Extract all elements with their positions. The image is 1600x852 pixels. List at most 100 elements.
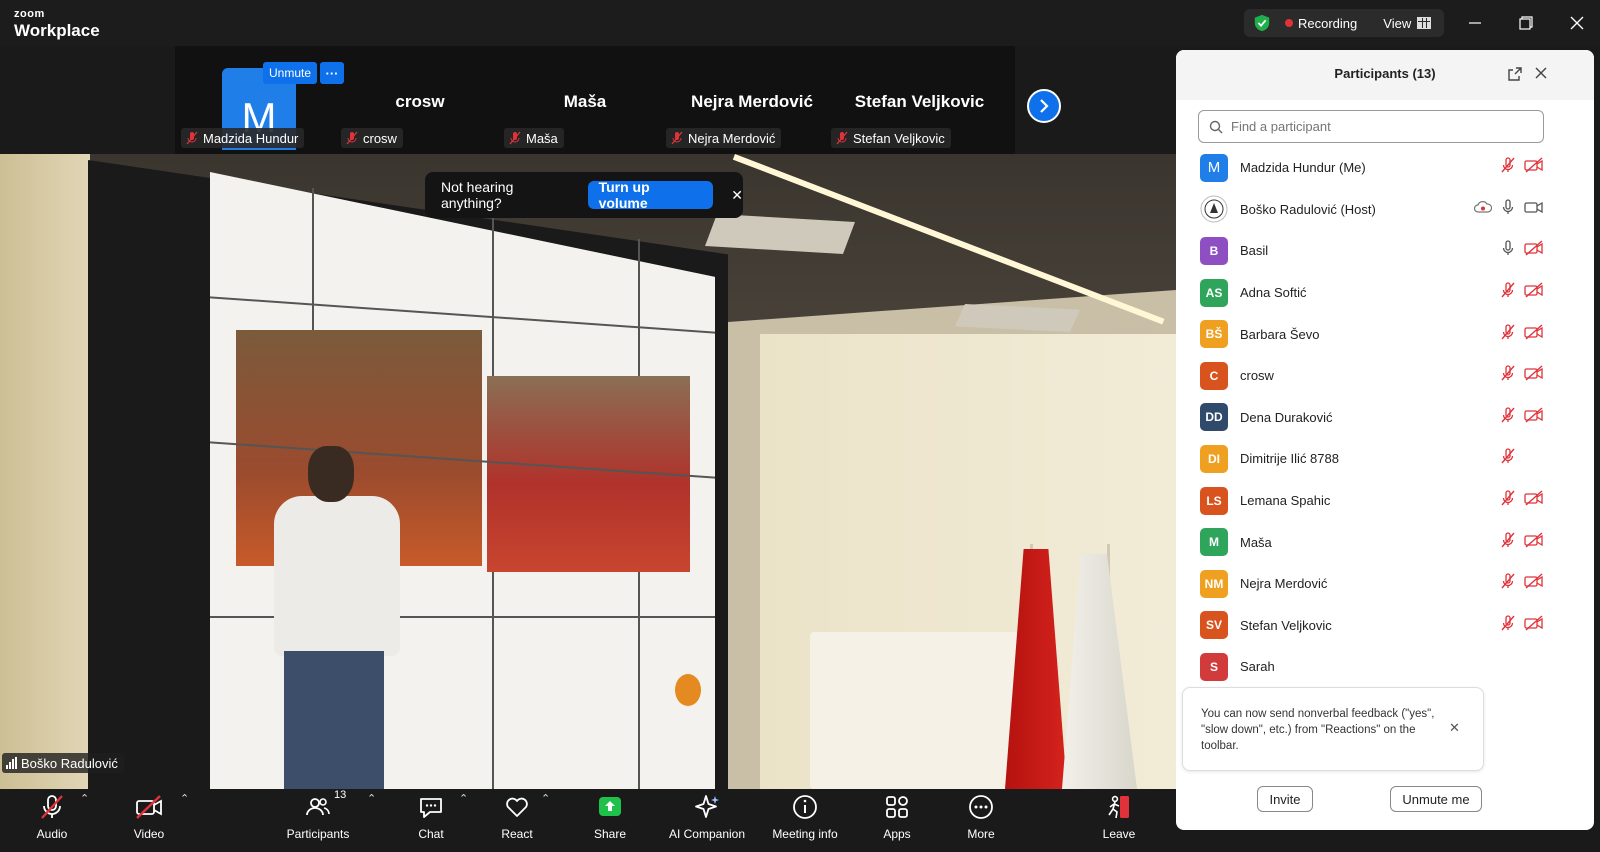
participant-name: Barbara Ševo <box>1240 326 1320 342</box>
close-tip-icon[interactable]: ✕ <box>1449 720 1460 736</box>
avatar: DI <box>1200 444 1228 473</box>
signal-icon <box>6 757 17 769</box>
minimize-icon[interactable] <box>1464 12 1486 34</box>
participant-row[interactable]: Boško Radulović (Host) <box>1176 189 1594 231</box>
video-off-icon <box>1524 282 1544 303</box>
mic-muted-icon <box>1500 324 1516 345</box>
tile-tag-label: Stefan Veljkovic <box>853 130 945 146</box>
chat-button[interactable]: Chat <box>411 789 451 852</box>
participant-tile[interactable]: Maša Maša <box>500 46 670 154</box>
mic-muted-icon <box>1500 615 1516 636</box>
gallery-tiles: M Unmute ··· Madzida Hundur crosw crosw … <box>175 46 1015 154</box>
podium <box>810 632 1020 789</box>
wall <box>0 154 90 789</box>
grid-view-icon[interactable] <box>1417 17 1432 29</box>
turn-up-volume-button[interactable]: Turn up volume <box>587 179 714 211</box>
video-off-icon <box>1524 573 1544 594</box>
toast-close-icon[interactable]: ✕ <box>731 187 743 204</box>
meeting-info-label: Meeting info <box>772 827 838 841</box>
react-button[interactable]: React <box>497 789 537 852</box>
unmute-button[interactable]: Unmute <box>263 62 317 84</box>
more-label: More <box>967 827 995 841</box>
leave-label: Leave <box>1102 827 1136 841</box>
participants-caret-icon[interactable]: ⌃ <box>367 792 376 805</box>
participant-row[interactable]: AS Adna Softić <box>1176 272 1594 314</box>
search-input[interactable] <box>1231 119 1521 134</box>
participant-status-icons <box>1500 438 1544 480</box>
mic-muted-icon <box>1500 282 1516 303</box>
video-button[interactable]: Video <box>127 789 171 852</box>
title-bar: zoom Workplace Recording View <box>0 0 1600 46</box>
gallery-strip: M Unmute ··· Madzida Hundur crosw crosw … <box>0 46 1195 154</box>
avatar: B <box>1200 236 1228 265</box>
participant-status-icons <box>1500 397 1544 439</box>
feedback-tip: You can now send nonverbal feedback ("ye… <box>1182 687 1484 771</box>
self-tile[interactable]: M Unmute ··· Madzida Hundur <box>175 46 345 154</box>
tile-tag-label: crosw <box>363 130 397 146</box>
ai-companion-button[interactable]: AI Companion <box>667 789 747 852</box>
participant-row[interactable]: B Basil <box>1176 230 1594 272</box>
audio-caret-icon[interactable]: ⌃ <box>80 792 89 805</box>
participant-row[interactable]: DD Dena Duraković <box>1176 397 1594 439</box>
tile-tag-label: Nejra Merdović <box>688 130 776 146</box>
tile-name: Nejra Merdović <box>691 92 813 111</box>
more-button[interactable]: More <box>961 789 1001 852</box>
meeting-info-button[interactable]: Meeting info <box>767 789 843 852</box>
chat-label: Chat <box>418 827 444 841</box>
participant-status-icons <box>1500 313 1544 355</box>
participant-tile[interactable]: Nejra Merdović Nejra Merdović <box>662 46 842 154</box>
ai-companion-label: AI Companion <box>668 827 746 841</box>
tile-name-tag: Nejra Merdović <box>666 128 782 148</box>
leave-button[interactable]: Leave <box>1099 789 1139 852</box>
unmute-me-button[interactable]: Unmute me <box>1390 786 1482 812</box>
main-video <box>0 154 1190 789</box>
tile-name: Stefan Veljkovic <box>854 92 985 111</box>
participant-row[interactable]: M Madzida Hundur (Me) <box>1176 147 1594 189</box>
mic-muted-icon <box>671 131 683 145</box>
participant-row[interactable]: S Sarah <box>1176 646 1594 688</box>
participant-tile[interactable]: Stefan Veljkovic Stefan Veljkovic <box>827 46 1012 154</box>
participant-row[interactable]: Ccrosw <box>1176 355 1594 397</box>
participant-row[interactable]: M Maša <box>1176 521 1594 563</box>
invite-button[interactable]: Invite <box>1257 786 1313 812</box>
avatar: BŠ <box>1200 320 1228 349</box>
video-caret-icon[interactable]: ⌃ <box>180 792 189 805</box>
pop-out-icon[interactable] <box>1508 67 1522 81</box>
participant-name: Stefan Veljkovic <box>1240 617 1332 633</box>
chat-caret-icon[interactable]: ⌃ <box>459 792 468 805</box>
participant-row[interactable]: BŠ Barbara Ševo <box>1176 313 1594 355</box>
participant-row[interactable]: DI Dimitrije Ilić 8788 <box>1176 438 1594 480</box>
apps-icon <box>883 793 911 821</box>
mic-icon <box>1500 240 1516 261</box>
participant-row[interactable]: SV Stefan Veljkovic <box>1176 605 1594 647</box>
restore-icon[interactable] <box>1515 12 1537 34</box>
mic-icon <box>1500 199 1516 220</box>
next-page-button[interactable] <box>1027 89 1061 123</box>
participant-tile[interactable]: crosw crosw <box>335 46 505 154</box>
react-caret-icon[interactable]: ⌃ <box>541 792 550 805</box>
presenter <box>254 446 404 789</box>
share-button[interactable]: Share <box>590 789 630 852</box>
search-box[interactable] <box>1198 110 1544 143</box>
recording-label[interactable]: Recording <box>1298 16 1357 31</box>
participant-list: M Madzida Hundur (Me) Boško Radulović (Hos… <box>1176 147 1594 688</box>
tile-name: Madzida Hundur <box>203 130 299 146</box>
chevron-right-icon <box>1040 99 1049 113</box>
participant-name: Madzida Hundur (Me) <box>1240 160 1366 176</box>
participant-status-icons <box>1473 189 1544 231</box>
participant-row[interactable]: LS Lemana Spahic <box>1176 480 1594 522</box>
apps-button[interactable]: Apps <box>877 789 917 852</box>
close-icon[interactable] <box>1566 12 1588 34</box>
view-button[interactable]: View <box>1383 16 1411 31</box>
toast-text: Not hearing anything? <box>441 179 514 211</box>
participant-row[interactable]: NM Nejra Merdović <box>1176 563 1594 605</box>
video-off-icon <box>134 793 164 821</box>
audio-button[interactable]: Audio <box>30 789 74 852</box>
participant-name: Adna Softić <box>1240 285 1307 301</box>
avatar: S <box>1200 652 1228 681</box>
video-off-icon <box>1524 157 1544 178</box>
close-panel-icon[interactable] <box>1534 66 1548 80</box>
avatar <box>1200 195 1228 223</box>
mic-muted-icon <box>1500 531 1516 553</box>
recording-dot-icon <box>1285 19 1293 27</box>
